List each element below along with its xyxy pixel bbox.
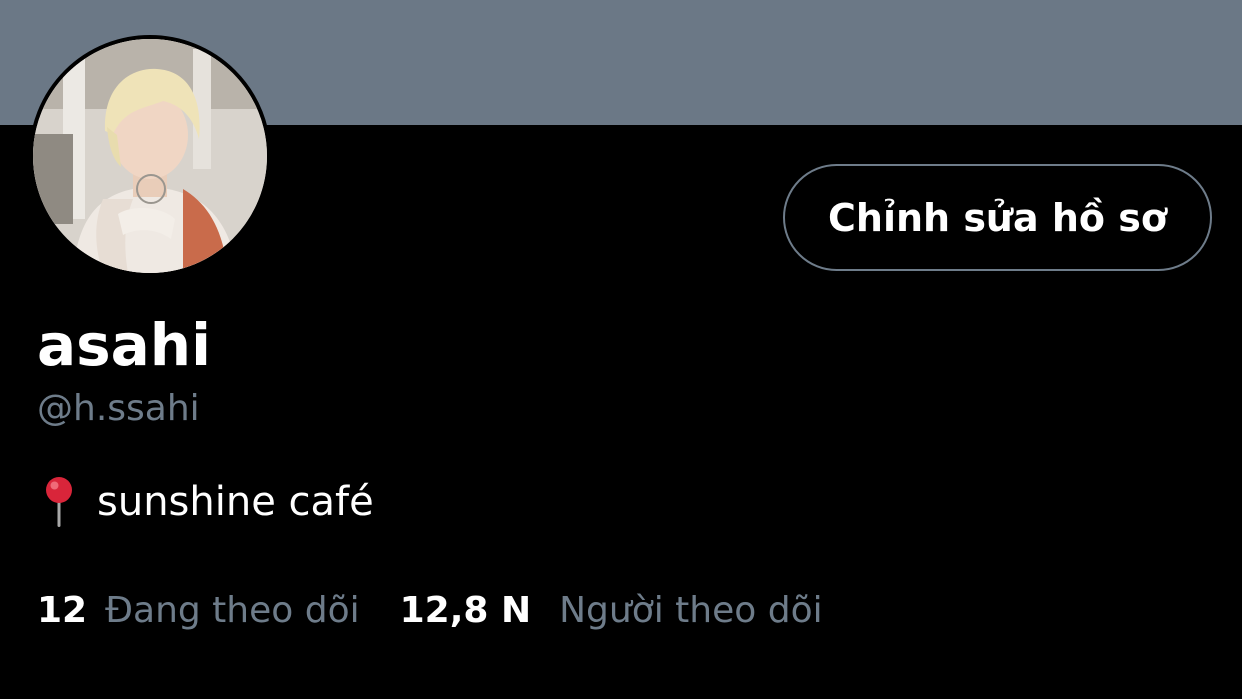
user-handle: @h.ssahi [37,388,200,429]
follow-stats: 12 Đang theo dõi 12,8 N Người theo dõi [37,584,823,636]
followers-stat[interactable]: 12,8 N Người theo dõi [400,590,823,631]
following-label: Đang theo dõi [105,589,360,631]
avatar[interactable] [29,35,271,277]
round-pushpin-icon [46,477,72,527]
followers-label: Người theo dõi [559,589,823,631]
following-count: 12 [37,589,88,631]
location-text: sunshine café [97,479,374,525]
following-stat[interactable]: 12 Đang theo dõi [37,590,360,631]
profile-location: sunshine café [40,475,374,529]
edit-profile-button[interactable]: Chỉnh sửa hồ sơ [783,164,1212,271]
avatar-photo [33,39,267,273]
profile-page: Chỉnh sửa hồ sơ asahi @h.ssahi sunshine … [0,0,1242,699]
followers-count: 12,8 N [399,589,532,631]
display-name: asahi [37,311,211,379]
